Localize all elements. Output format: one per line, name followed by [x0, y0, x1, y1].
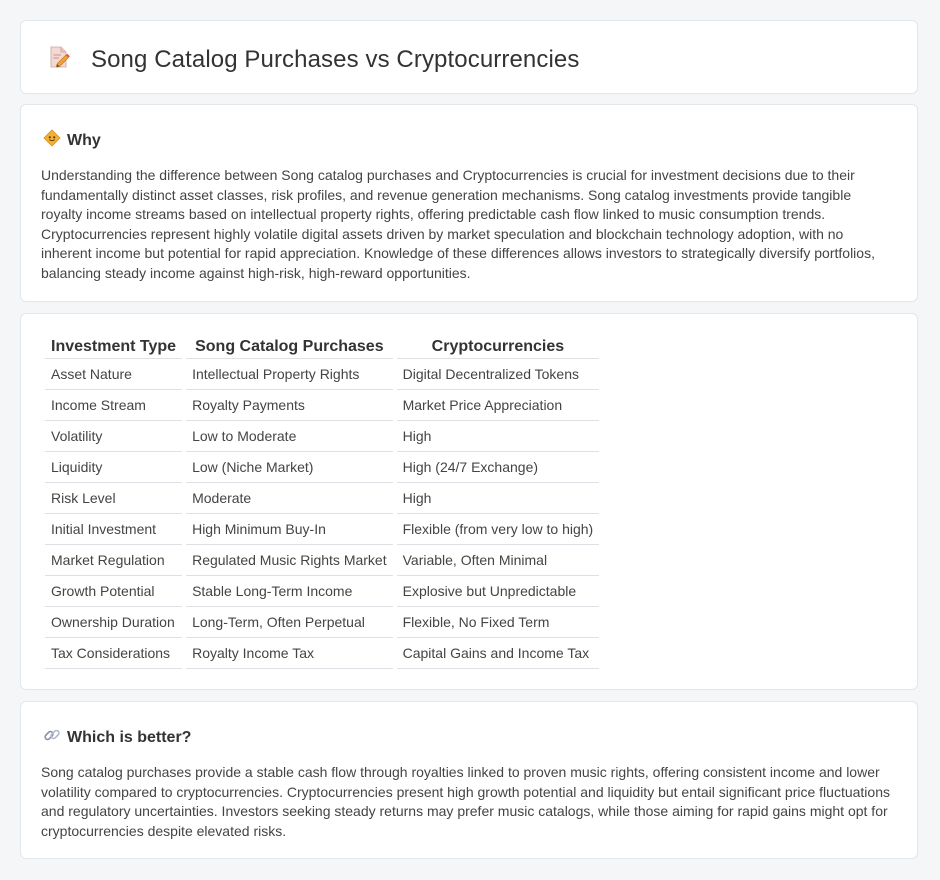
why-paragraph: Understanding the difference between Son… — [41, 167, 875, 281]
table-cell: Tax Considerations — [45, 638, 183, 669]
better-heading-row: Which is better? — [43, 726, 191, 749]
table-row: Ownership Duration Long-Term, Often Perp… — [45, 607, 600, 638]
table-cell: Income Stream — [45, 390, 183, 421]
table-cell: High — [396, 483, 600, 514]
table-cell: Moderate — [186, 483, 393, 514]
table-cell: Intellectual Property Rights — [186, 359, 393, 390]
table-cell: Regulated Music Rights Market — [186, 545, 393, 576]
table-cell: Flexible (from very low to high) — [396, 514, 600, 545]
title-card: Song Catalog Purchases vs Cryptocurrenci… — [20, 20, 918, 94]
table-cell: Variable, Often Minimal — [396, 545, 600, 576]
table-cell: High — [396, 421, 600, 452]
table-cell: Long-Term, Often Perpetual — [186, 607, 393, 638]
better-paragraph: Song catalog purchases provide a stable … — [41, 764, 890, 839]
better-heading: Which is better? — [67, 728, 192, 746]
column-header: Song Catalog Purchases — [186, 336, 393, 359]
table-cell: Flexible, No Fixed Term — [396, 607, 600, 638]
table-cell: Growth Potential — [45, 576, 183, 607]
table-cell: Royalty Income Tax — [186, 638, 393, 669]
table-cell: Asset Nature — [45, 359, 183, 390]
table-cell: Low (Niche Market) — [186, 452, 393, 483]
title-row: Song Catalog Purchases vs Cryptocurrenci… — [47, 45, 579, 74]
table-cell: High (24/7 Exchange) — [396, 452, 600, 483]
table-row: Liquidity Low (Niche Market) High (24/7 … — [45, 452, 600, 483]
why-heading: Why — [67, 131, 101, 149]
table-row: Tax Considerations Royalty Income Tax Ca… — [45, 638, 600, 669]
table-cell: Market Regulation — [45, 545, 183, 576]
table-cell: Stable Long-Term Income — [186, 576, 393, 607]
table-cell: Initial Investment — [45, 514, 183, 545]
table-cell: Digital Decentralized Tokens — [396, 359, 600, 390]
column-header: Cryptocurrencies — [396, 336, 600, 359]
table-row: Asset Nature Intellectual Property Right… — [45, 359, 600, 390]
table-cell: High Minimum Buy-In — [186, 514, 393, 545]
table-row: Volatility Low to Moderate High — [45, 421, 600, 452]
table-cell: Volatility — [45, 421, 183, 452]
comparison-table: Investment Type Song Catalog Purchases C… — [41, 336, 603, 669]
link-icon — [43, 726, 61, 749]
why-section: Why Understanding the difference between… — [20, 104, 918, 302]
table-cell: Risk Level — [45, 483, 183, 514]
page-title: Song Catalog Purchases vs Cryptocurrenci… — [91, 45, 580, 73]
table-cell: Low to Moderate — [186, 421, 393, 452]
diamond-icon — [43, 129, 61, 152]
table-cell: Capital Gains and Income Tax — [396, 638, 600, 669]
table-cell: Ownership Duration — [45, 607, 183, 638]
why-heading-row: Why — [43, 129, 101, 152]
table-cell: Liquidity — [45, 452, 183, 483]
comparison-section: Investment Type Song Catalog Purchases C… — [20, 313, 918, 690]
table-row: Growth Potential Stable Long-Term Income… — [45, 576, 600, 607]
table-cell: Market Price Appreciation — [396, 390, 600, 421]
table-row: Risk Level Moderate High — [45, 483, 600, 514]
table-row: Market Regulation Regulated Music Rights… — [45, 545, 600, 576]
document-pencil-icon — [47, 45, 71, 74]
table-header-row: Investment Type Song Catalog Purchases C… — [45, 336, 600, 359]
table-cell: Explosive but Unpredictable — [396, 576, 600, 607]
table-row: Initial Investment High Minimum Buy-In F… — [45, 514, 600, 545]
which-better-section: Which is better? Song catalog purchases … — [20, 701, 918, 859]
table-row: Income Stream Royalty Payments Market Pr… — [45, 390, 600, 421]
table-cell: Royalty Payments — [186, 390, 393, 421]
column-header: Investment Type — [45, 336, 183, 359]
